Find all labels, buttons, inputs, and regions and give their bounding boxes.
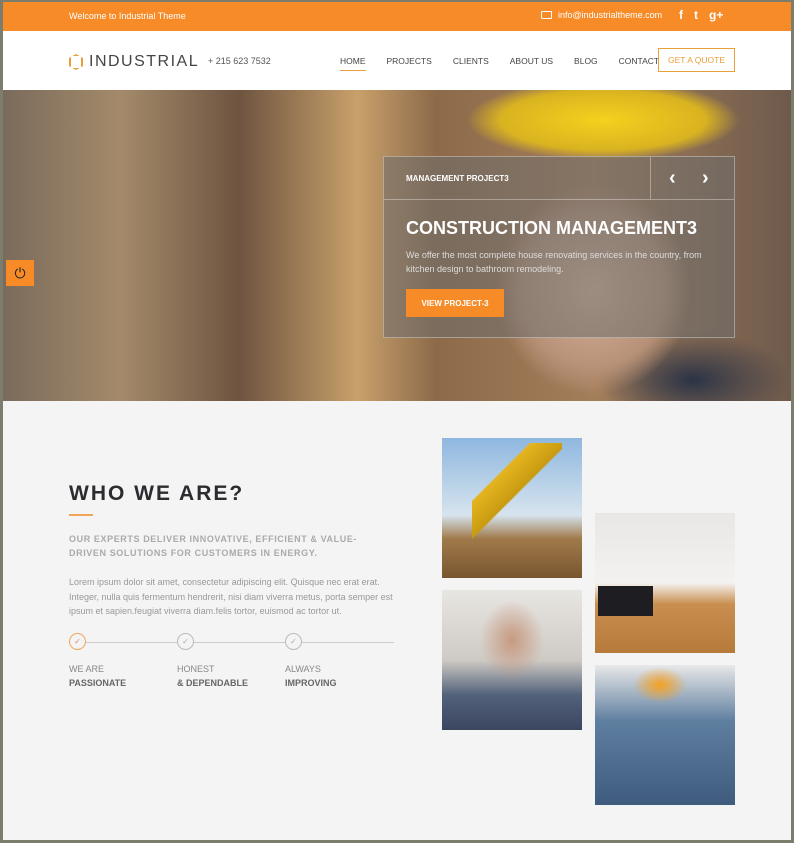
nav-about-us[interactable]: ABOUT US <box>510 56 553 71</box>
nav-blog[interactable]: BLOG <box>574 56 598 71</box>
excavator-photo <box>442 438 582 578</box>
nav-contact[interactable]: CONTACT <box>619 56 659 71</box>
facebook-icon[interactable]: f <box>679 8 683 22</box>
check-circle-icon: ✓ <box>69 633 86 650</box>
check-circle-icon: ✓ <box>285 633 302 650</box>
chevron-left-icon[interactable]: ‹ <box>669 167 676 190</box>
twitter-icon[interactable]: t <box>694 8 698 22</box>
welcome-text: Welcome to Industrial Theme <box>69 11 186 21</box>
slide-caption: MANAGEMENT PROJECT3 ‹ › CONSTRUCTION MAN… <box>383 156 735 338</box>
hero-slider: MANAGEMENT PROJECT3 ‹ › CONSTRUCTION MAN… <box>3 90 791 401</box>
check-circle-icon: ✓ <box>177 633 194 650</box>
slide-text: We offer the most complete house renovat… <box>406 250 702 274</box>
logo-text: INDUSTRIAL <box>89 53 200 70</box>
get-a-quote-button[interactable]: GET A QUOTE <box>658 48 735 72</box>
email-link[interactable]: info@industrialtheme.com <box>541 10 662 20</box>
nav-clients[interactable]: CLIENTS <box>453 56 489 71</box>
header: INDUSTRIAL + 215 623 7532 HOME PROJECTS … <box>3 31 791 90</box>
value-line2: PASSIONATE <box>69 678 127 688</box>
mail-icon <box>541 11 552 19</box>
value-line2: & DEPENDABLE <box>177 678 249 688</box>
power-gear-icon: ⏻ <box>14 264 26 281</box>
title-underline <box>69 514 93 516</box>
section-body: Lorem ipsum dolor sit amet, consectetur … <box>69 577 393 616</box>
section-title: WHO WE ARE? <box>69 482 245 505</box>
value-line1: HONEST <box>177 664 215 674</box>
nav-home[interactable]: HOME <box>340 56 366 71</box>
section-lead: OUR EXPERTS DELIVER INNOVATIVE, EFFICIEN… <box>69 534 358 558</box>
value-item: ✓ WE ARE PASSIONATE <box>69 633 126 690</box>
email-text: info@industrialtheme.com <box>558 10 663 20</box>
google-plus-icon[interactable]: g+ <box>709 8 723 22</box>
main-nav: HOME PROJECTS CLIENTS ABOUT US BLOG CONT… <box>340 56 680 71</box>
view-project-button[interactable]: VIEW PROJECT-3 <box>406 289 504 317</box>
page: Welcome to Industrial Theme info@industr… <box>3 2 791 840</box>
divider <box>384 199 734 200</box>
logo[interactable]: INDUSTRIAL <box>69 53 199 71</box>
value-line1: ALWAYS <box>285 664 321 674</box>
nav-projects[interactable]: PROJECTS <box>387 56 432 71</box>
worker-hardhat-photo <box>595 665 735 805</box>
value-item: ✓ ALWAYS IMPROVING <box>285 633 337 690</box>
slide-subtitle: MANAGEMENT PROJECT3 <box>406 174 509 183</box>
interior-room-photo <box>595 513 735 653</box>
settings-toggle-button[interactable]: ⏻ <box>6 260 34 286</box>
slide-title: CONSTRUCTION MANAGEMENT3 <box>406 218 697 238</box>
chevron-right-icon[interactable]: › <box>702 167 709 190</box>
value-line2: IMPROVING <box>285 678 337 688</box>
value-item: ✓ HONEST & DEPENDABLE <box>177 633 248 690</box>
hexagon-logo-icon <box>69 54 83 70</box>
divider <box>650 157 651 199</box>
top-bar: Welcome to Industrial Theme info@industr… <box>3 2 791 31</box>
worker-tablet-photo <box>442 590 582 730</box>
value-line1: WE ARE <box>69 664 105 674</box>
phone-number: + 215 623 7532 <box>208 56 271 66</box>
